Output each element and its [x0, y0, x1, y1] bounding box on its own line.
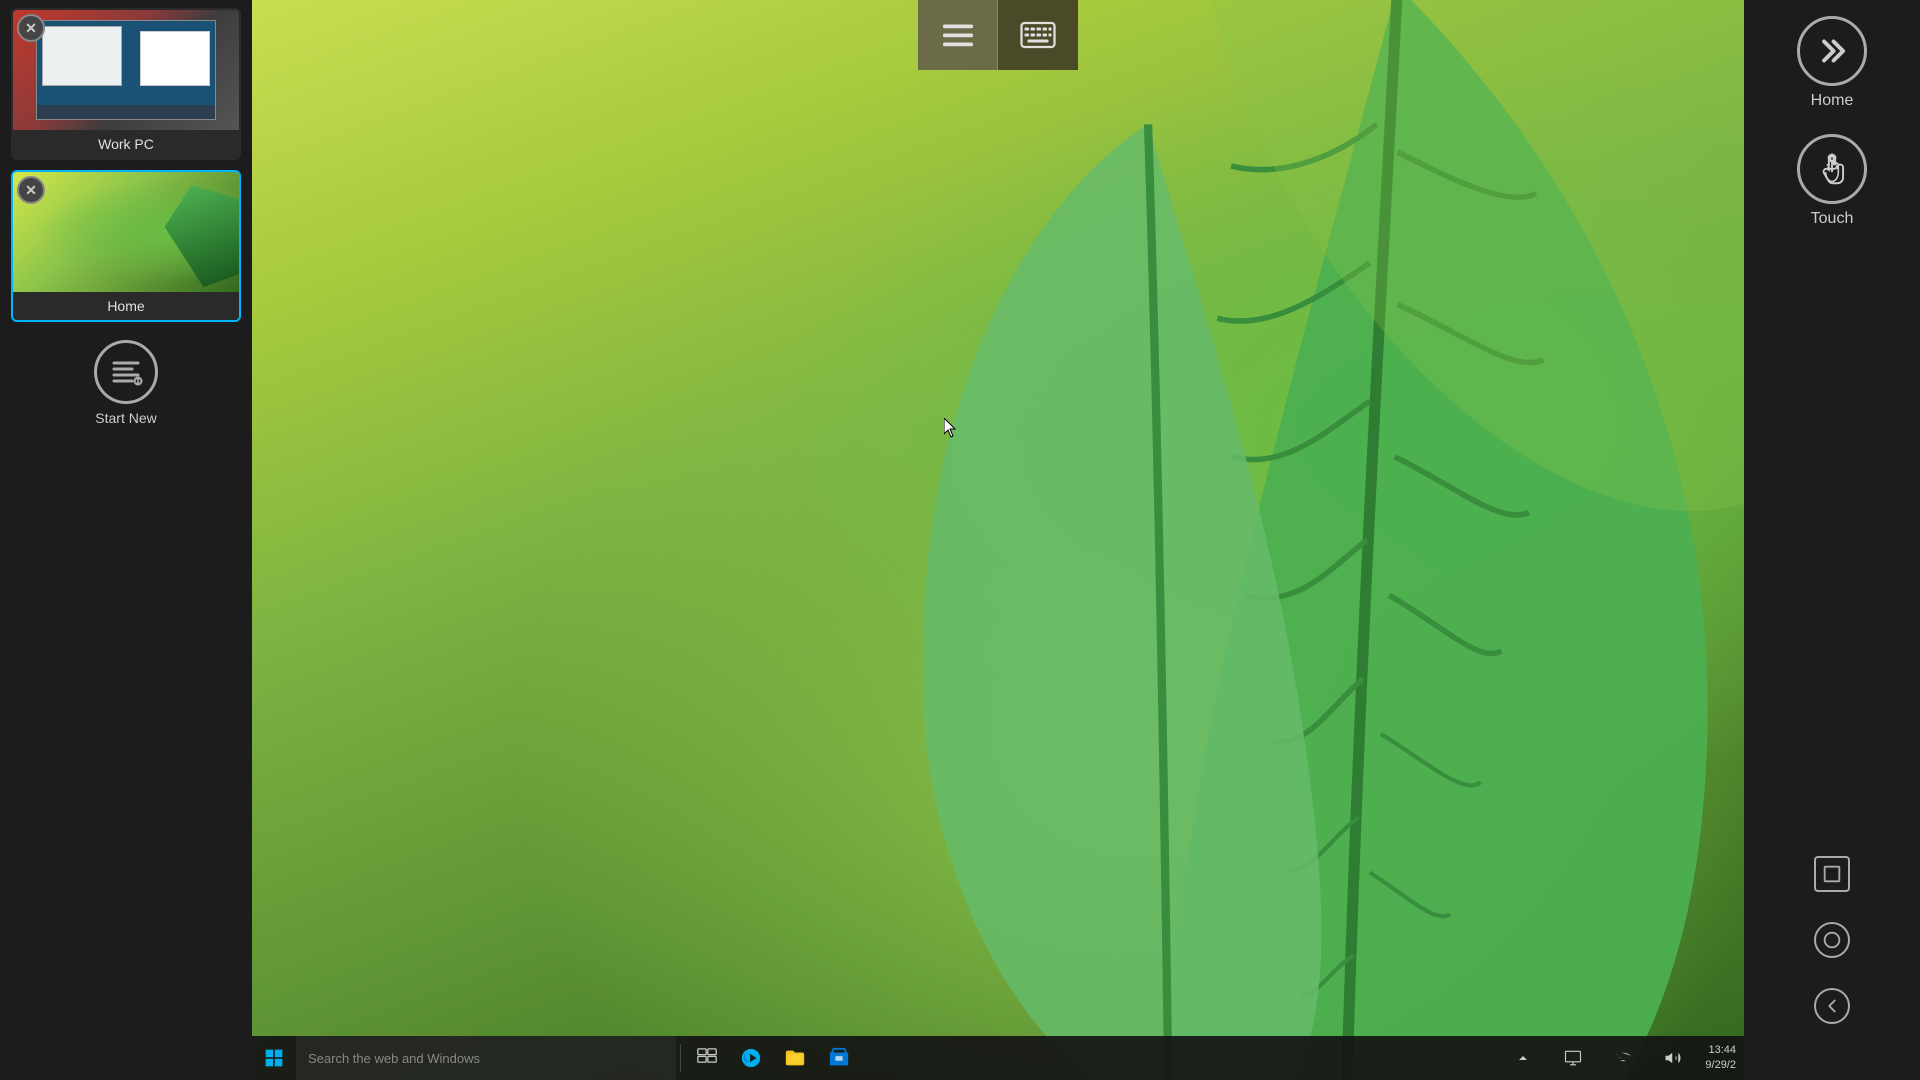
system-tray	[1491, 1036, 1705, 1080]
back-nav-button[interactable]	[1814, 988, 1850, 1024]
wallpaper	[252, 0, 1744, 1080]
right-nav-icons	[1814, 856, 1850, 1064]
tray-chevron-icon	[1517, 1052, 1529, 1064]
tray-overflow-button[interactable]	[1501, 1036, 1545, 1080]
menu-toolbar-button[interactable]	[918, 0, 998, 70]
menu-icon	[940, 17, 976, 53]
close-workpc-button[interactable]: ✕	[17, 14, 45, 42]
top-toolbar	[918, 0, 1078, 70]
windows-logo-icon	[264, 1048, 284, 1068]
taskbar-separator-1	[680, 1044, 681, 1072]
left-sidebar: ✕ Work PC ✕ Home S	[0, 0, 252, 1080]
list-icon	[94, 340, 158, 404]
list-svg-icon	[108, 354, 144, 390]
network-icon	[1614, 1049, 1632, 1067]
recents-nav-button[interactable]	[1814, 856, 1850, 892]
square-nav-icon	[1821, 863, 1843, 885]
touch-icon	[1813, 150, 1851, 188]
taskbar: Search the web and Windows	[252, 1036, 1744, 1080]
tray-network-button[interactable]	[1601, 1036, 1645, 1080]
edge-browser-button[interactable]	[729, 1036, 773, 1080]
volume-icon	[1664, 1049, 1682, 1067]
taskbar-search-placeholder: Search the web and Windows	[308, 1051, 480, 1066]
workpc-screen-preview	[36, 20, 216, 120]
display-icon	[1564, 1049, 1582, 1067]
store-button[interactable]	[817, 1036, 861, 1080]
home-nav-button[interactable]	[1814, 922, 1850, 958]
keyboard-toolbar-button[interactable]	[998, 0, 1078, 70]
touch-right-button[interactable]: Touch	[1797, 134, 1867, 228]
home-right-button[interactable]: Home	[1797, 16, 1867, 110]
file-explorer-button[interactable]	[773, 1036, 817, 1080]
keyboard-icon	[1020, 17, 1056, 53]
tray-display-button[interactable]	[1551, 1036, 1595, 1080]
session-card-workpc[interactable]: ✕ Work PC	[11, 8, 241, 160]
fast-forward-icon	[1813, 32, 1851, 70]
tray-volume-button[interactable]	[1651, 1036, 1695, 1080]
task-view-button[interactable]	[685, 1036, 729, 1080]
store-icon	[828, 1047, 850, 1069]
touch-circle-icon	[1797, 134, 1867, 204]
workpc-window-preview	[42, 26, 122, 86]
file-explorer-icon	[784, 1047, 806, 1069]
main-content: Search the web and Windows	[252, 0, 1744, 1080]
home-right-label: Home	[1811, 92, 1854, 110]
taskbar-clock[interactable]: 13:44 9/29/2	[1705, 1043, 1744, 1074]
leaf-svg-overlay	[774, 0, 1744, 1080]
home-label: Home	[13, 292, 239, 320]
workpc-label: Work PC	[13, 130, 239, 158]
session-card-home[interactable]: ✕ Home	[11, 170, 241, 322]
right-sidebar: Home Touch	[1744, 0, 1920, 1080]
clock-date: 9/29/2	[1705, 1058, 1736, 1073]
home-thumbnail	[13, 172, 239, 292]
edge-icon	[740, 1047, 762, 1069]
home-leaf-preview	[13, 172, 239, 292]
touch-right-label: Touch	[1811, 210, 1854, 228]
clock-time: 13:44	[1705, 1043, 1736, 1058]
circle-nav-icon	[1821, 929, 1843, 951]
home-circle-icon	[1797, 16, 1867, 86]
workpc-calendar-preview	[140, 31, 210, 86]
workpc-thumbnail	[13, 10, 239, 130]
start-new-button[interactable]: Start New	[94, 340, 158, 426]
taskbar-search-bar[interactable]: Search the web and Windows	[296, 1036, 676, 1080]
back-triangle-icon	[1821, 995, 1843, 1017]
close-home-button[interactable]: ✕	[17, 176, 45, 204]
task-view-icon	[697, 1048, 717, 1068]
start-new-label: Start New	[95, 410, 156, 426]
start-button[interactable]	[252, 1036, 296, 1080]
